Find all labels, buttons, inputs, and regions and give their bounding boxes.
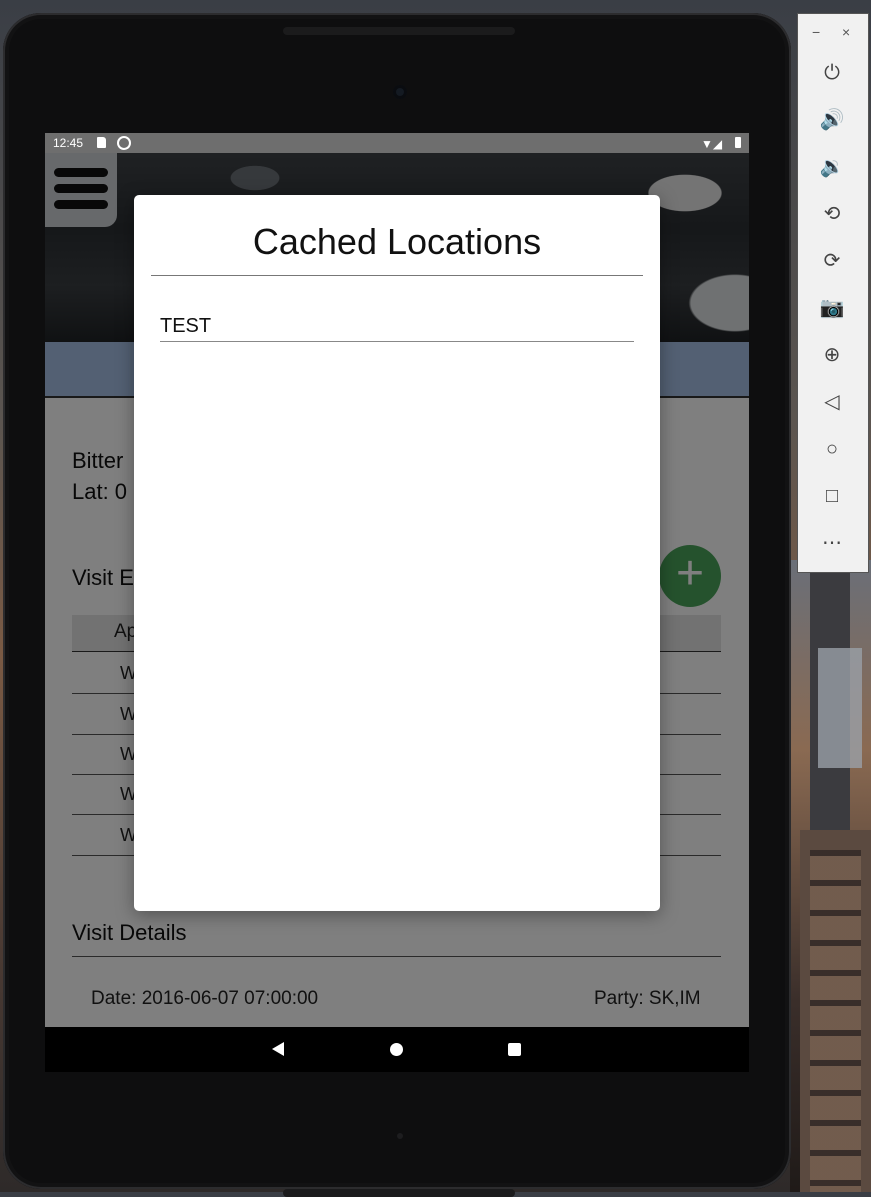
overview-icon[interactable]: □: [812, 481, 852, 511]
camera-icon[interactable]: 📷: [812, 293, 852, 323]
emulator-toolbar: − × ⏻ 🔊 🔉 ⟲ ⟳ 📷 ⊕ ◁ ○ □ ⋯: [797, 13, 869, 573]
nav-recents-button[interactable]: [508, 1043, 521, 1056]
status-bar: 12:45 ▼◢: [45, 133, 749, 153]
back-icon[interactable]: ◁: [812, 387, 852, 417]
cached-locations-dialog: Cached Locations TEST: [134, 195, 660, 911]
nav-back-button[interactable]: [272, 1042, 284, 1056]
zoom-icon[interactable]: ⊕: [812, 340, 852, 370]
minimize-button[interactable]: −: [812, 24, 820, 40]
device-top-speaker: [283, 27, 515, 35]
power-icon[interactable]: ⏻: [812, 58, 852, 88]
more-icon[interactable]: ⋯: [812, 528, 852, 558]
volume-down-icon[interactable]: 🔉: [812, 152, 852, 182]
dialog-title: Cached Locations: [252, 221, 542, 262]
android-navigation-bar: [45, 1027, 749, 1072]
background-building: [800, 830, 871, 1192]
battery-icon: [735, 137, 741, 148]
rotate-left-icon[interactable]: ⟲: [812, 199, 852, 229]
sync-icon: [117, 136, 131, 150]
device-sensor: [397, 1133, 403, 1139]
wifi-signal-icon: ▼◢: [701, 137, 723, 151]
divider: [151, 275, 643, 276]
background-building: [818, 648, 862, 768]
cached-location-item[interactable]: TEST: [160, 315, 634, 342]
close-button[interactable]: ×: [842, 24, 850, 40]
device-bottom-speaker: [283, 1189, 515, 1197]
home-icon[interactable]: ○: [812, 434, 852, 464]
app-screen: 12:45 ▼◢ Bitter Lat: 0 Visit E + Ap W 1 …: [45, 133, 749, 1072]
front-camera: [393, 85, 407, 99]
nav-home-button[interactable]: [390, 1043, 403, 1056]
rotate-right-icon[interactable]: ⟳: [812, 246, 852, 276]
status-time: 12:45: [53, 136, 84, 150]
sd-card-icon: [97, 137, 106, 148]
volume-up-icon[interactable]: 🔊: [812, 105, 852, 135]
